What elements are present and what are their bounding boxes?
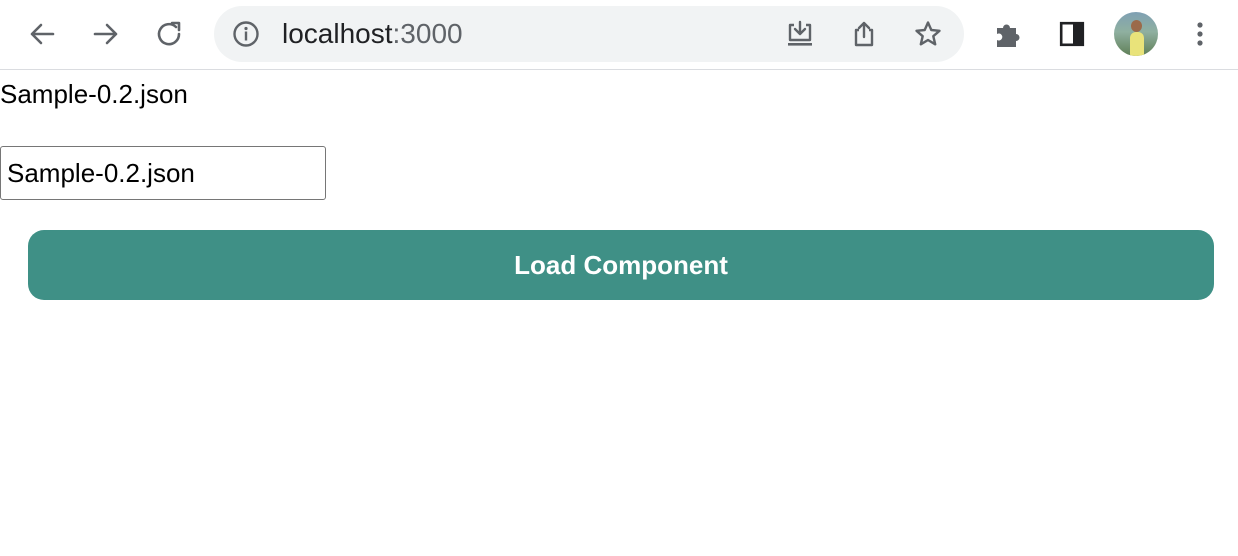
- arrow-left-icon: [30, 23, 55, 45]
- side-panel-button[interactable]: [1052, 14, 1092, 54]
- url-text[interactable]: localhost:3000: [282, 6, 463, 62]
- avatar-head: [1131, 20, 1142, 32]
- avatar-body: [1130, 32, 1144, 56]
- file-name-label: Sample-0.2.json: [0, 79, 188, 109]
- share-icon: [854, 21, 874, 47]
- site-info-button[interactable]: [232, 20, 260, 48]
- bookmark-button[interactable]: [908, 14, 948, 54]
- forward-button[interactable]: [86, 14, 126, 54]
- side-panel-icon: [1059, 21, 1085, 47]
- load-component-button[interactable]: Load Component: [28, 230, 1214, 300]
- puzzle-icon: [997, 24, 1020, 47]
- install-app-icon: [788, 20, 812, 46]
- browser-menu-button[interactable]: [1180, 14, 1220, 54]
- info-icon: [233, 21, 259, 47]
- extensions-button[interactable]: [988, 14, 1028, 54]
- star-icon: [915, 21, 941, 46]
- url-host: localhost: [282, 18, 393, 49]
- address-bar[interactable]: localhost:3000: [214, 6, 964, 62]
- back-button[interactable]: [22, 14, 62, 54]
- install-app-button[interactable]: [780, 14, 820, 54]
- reload-button[interactable]: [150, 14, 190, 54]
- share-button[interactable]: [844, 14, 884, 54]
- file-name-input[interactable]: [0, 146, 326, 200]
- avatar[interactable]: [1114, 12, 1158, 56]
- reload-icon: [157, 21, 181, 46]
- url-port: :3000: [392, 18, 463, 49]
- arrow-right-icon: [93, 23, 118, 45]
- kebab-menu-icon: [1197, 22, 1203, 46]
- browser-toolbar: localhost:3000: [0, 0, 1238, 70]
